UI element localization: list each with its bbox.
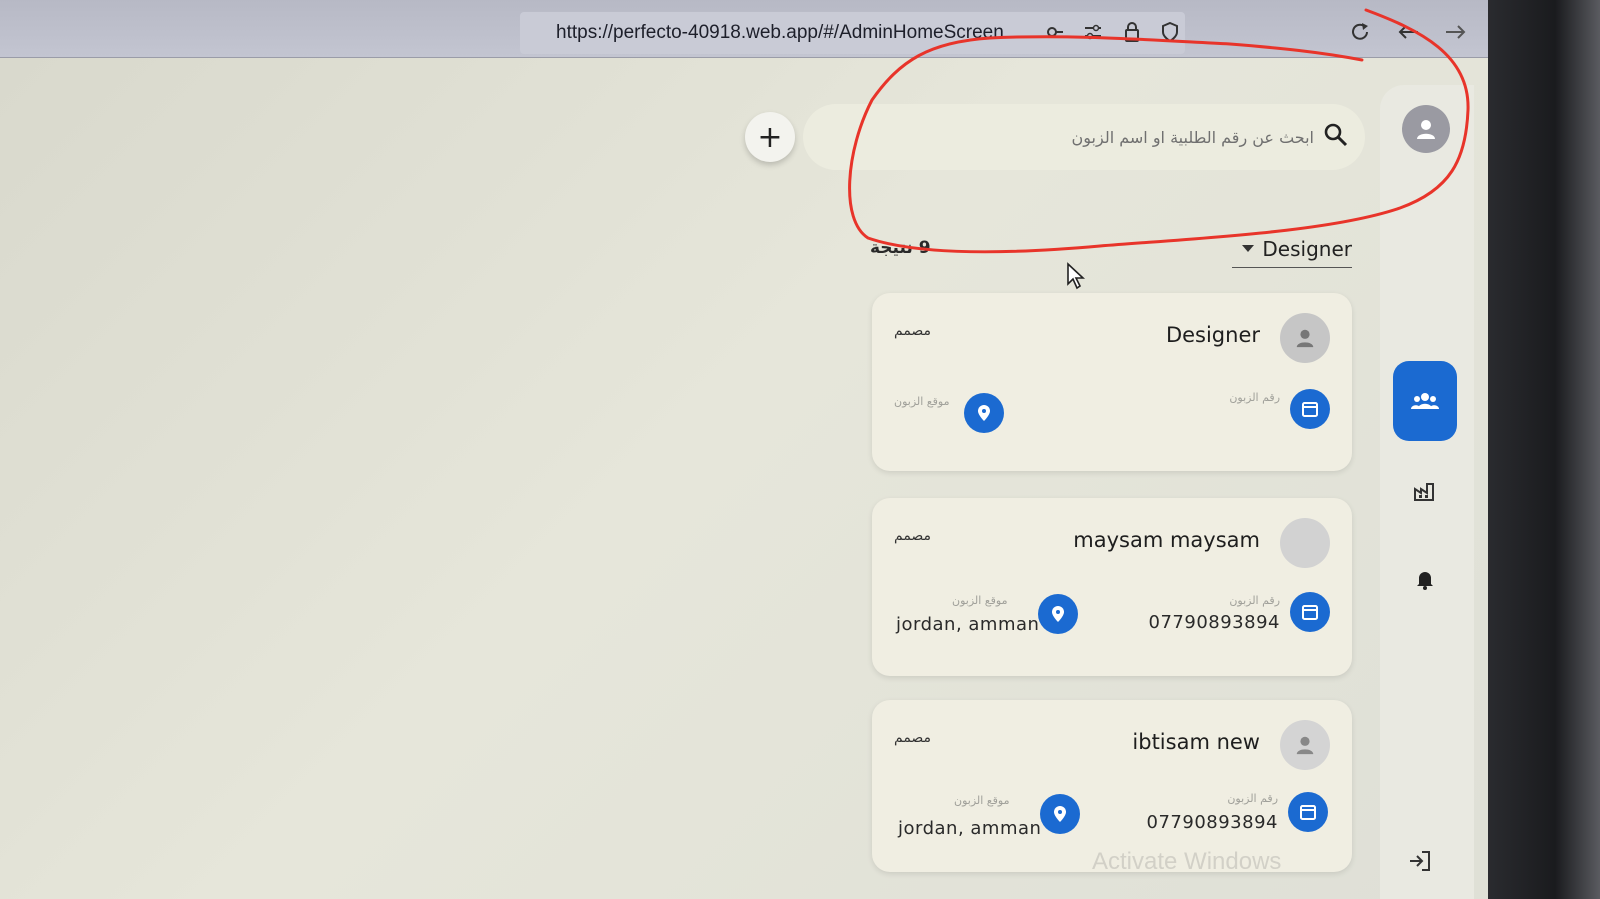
key-icon[interactable] bbox=[1043, 20, 1067, 44]
phone-label: رقم الزبون bbox=[1229, 594, 1280, 607]
user-role: مصمم bbox=[894, 528, 932, 544]
permissions-icon[interactable] bbox=[1081, 20, 1105, 44]
profile-avatar[interactable] bbox=[1402, 105, 1450, 153]
lock-icon[interactable] bbox=[1120, 20, 1144, 44]
avatar bbox=[1280, 720, 1330, 770]
calendar-icon bbox=[1290, 592, 1330, 632]
person-icon bbox=[1296, 329, 1314, 348]
nav-users-button[interactable] bbox=[1393, 361, 1457, 441]
role-filter-dropdown[interactable]: Designer bbox=[1232, 230, 1352, 268]
mouse-cursor-icon bbox=[1066, 262, 1086, 294]
result-count: 9 نتيجة bbox=[870, 238, 931, 258]
search-icon[interactable] bbox=[1323, 122, 1349, 152]
person-icon bbox=[1417, 120, 1435, 139]
location-pin-icon bbox=[964, 393, 1004, 433]
caret-down-icon bbox=[1242, 245, 1255, 252]
activate-windows-watermark: Activate Windows bbox=[1092, 848, 1282, 875]
user-name: maysam maysam bbox=[1073, 528, 1260, 552]
location-pin-icon bbox=[1038, 594, 1078, 634]
user-role: مصمم bbox=[894, 323, 932, 339]
user-name: ibtisam new bbox=[1132, 730, 1260, 754]
role-filter-value: Designer bbox=[1262, 236, 1352, 261]
reload-icon[interactable] bbox=[1348, 20, 1372, 44]
person-icon bbox=[1296, 736, 1314, 755]
factory-icon[interactable] bbox=[1410, 476, 1440, 506]
user-name: Designer bbox=[1165, 323, 1260, 347]
forward-arrow-icon[interactable] bbox=[1444, 20, 1468, 44]
location-pin-icon bbox=[1040, 794, 1080, 834]
phone-value: 07790893894 bbox=[1146, 812, 1278, 833]
group-icon bbox=[1411, 393, 1439, 409]
location-label: موقع الزبون bbox=[954, 794, 1010, 807]
calendar-icon bbox=[1290, 389, 1330, 429]
location-label: موقع الزبون bbox=[952, 594, 1008, 607]
avatar bbox=[1280, 518, 1330, 568]
search-input[interactable] bbox=[830, 118, 1314, 156]
phone-label: رقم الزبون bbox=[1227, 792, 1278, 805]
avatar bbox=[1280, 313, 1330, 363]
user-card[interactable]: ibtisam new مصمم رقم الزبون 07790893894 … bbox=[872, 700, 1352, 872]
location-label: موقع الزبون bbox=[894, 395, 950, 408]
logout-icon[interactable] bbox=[1408, 850, 1432, 876]
shield-icon[interactable] bbox=[1158, 20, 1182, 44]
phone-value: 07790893894 bbox=[1148, 612, 1280, 633]
monitor-bezel bbox=[1488, 0, 1600, 899]
user-card[interactable]: maysam maysam مصمم رقم الزبون 0779089389… bbox=[872, 498, 1352, 676]
add-button[interactable]: + bbox=[745, 112, 795, 162]
user-role: مصمم bbox=[894, 730, 932, 746]
bell-icon[interactable] bbox=[1410, 564, 1440, 594]
phone-label: رقم الزبون bbox=[1229, 391, 1280, 404]
location-value: jordan, amman bbox=[896, 614, 1040, 635]
back-arrow-icon[interactable] bbox=[1396, 20, 1420, 44]
calendar-icon bbox=[1288, 792, 1328, 832]
user-card[interactable]: Designer مصمم رقم الزبون موقع الزبون bbox=[872, 293, 1352, 471]
location-value: jordan, amman bbox=[898, 818, 1042, 839]
url-text[interactable]: https://perfecto-40918.web.app/#/AdminHo… bbox=[556, 22, 1004, 44]
